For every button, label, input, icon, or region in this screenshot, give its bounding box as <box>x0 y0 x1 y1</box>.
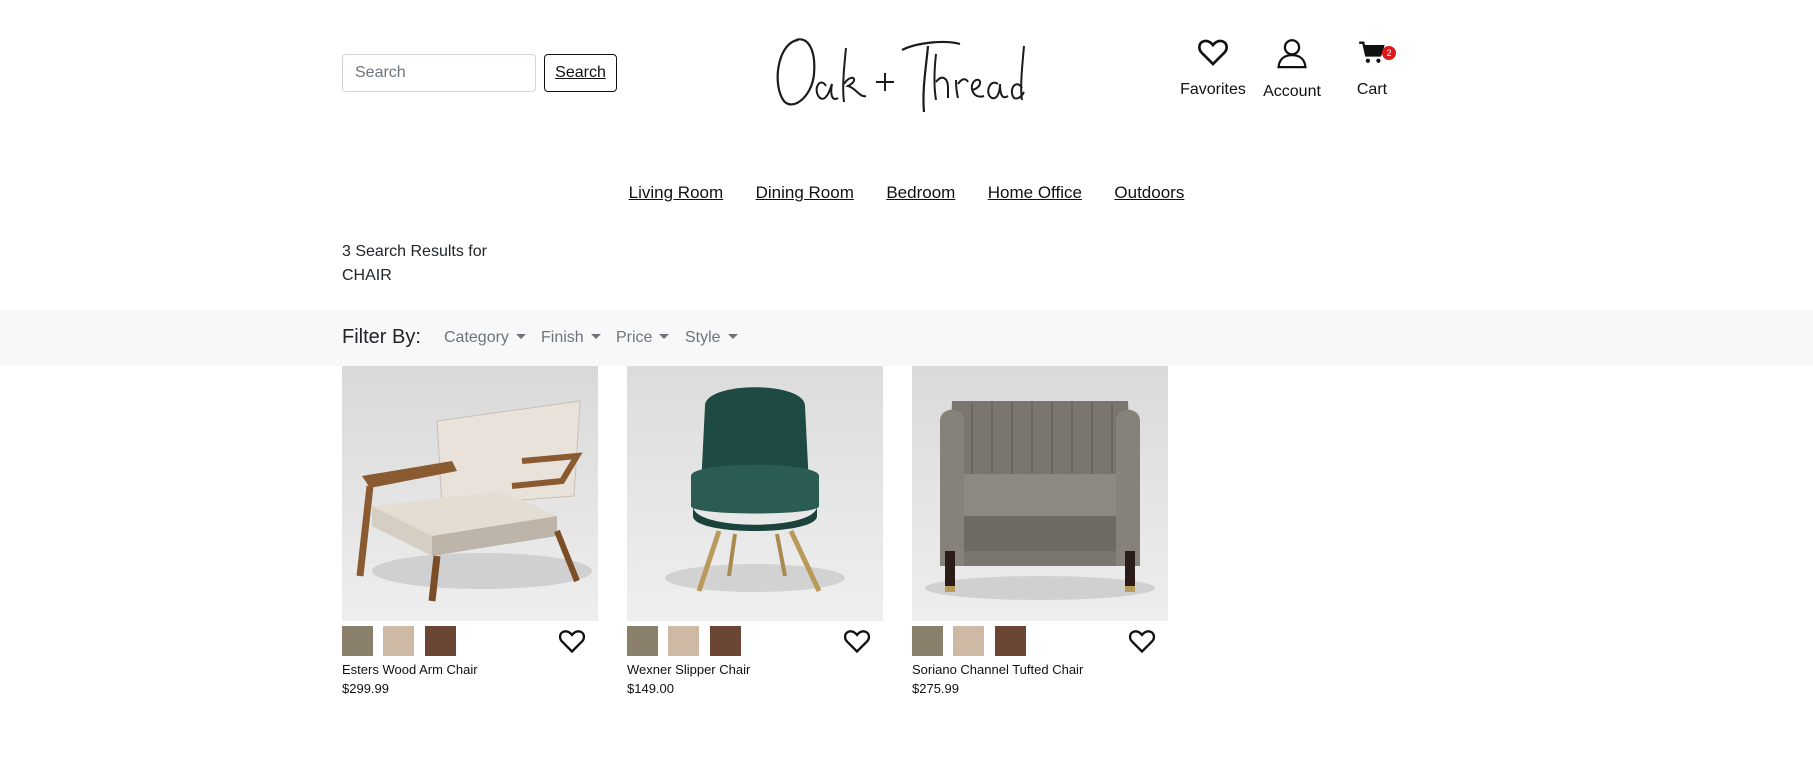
heart-icon <box>1198 39 1228 66</box>
product-image[interactable] <box>342 366 598 621</box>
heart-icon[interactable] <box>558 627 586 655</box>
chevron-down-icon <box>515 334 526 339</box>
results-count: 3 Search Results for <box>342 243 487 260</box>
filter-category[interactable]: Category <box>444 329 526 347</box>
search-input[interactable] <box>342 54 536 92</box>
category-nav: Living Room Dining Room Bedroom Home Off… <box>0 183 1813 203</box>
filter-bar: Filter By: Category Finish Price Style <box>0 310 1813 366</box>
filter-title: Filter By: <box>342 326 421 348</box>
nav-dining-room[interactable]: Dining Room <box>756 183 854 202</box>
product-image[interactable] <box>912 366 1168 621</box>
product-price: $275.99 <box>912 681 959 696</box>
filter-finish[interactable]: Finish <box>541 329 601 347</box>
color-swatch[interactable] <box>383 626 414 656</box>
cart-count-badge: 2 <box>1382 46 1396 60</box>
heart-icon[interactable] <box>1128 627 1156 655</box>
results-query: CHAIR <box>342 267 392 284</box>
nav-home-office[interactable]: Home Office <box>988 183 1082 202</box>
color-swatch[interactable] <box>710 626 741 656</box>
cart-link[interactable]: 2 Cart <box>1354 36 1396 99</box>
search-results-heading: 3 Search Results for CHAIR <box>342 240 487 288</box>
product-name[interactable]: Soriano Channel Tufted Chair <box>912 662 1083 677</box>
filter-finish-label: Finish <box>541 329 584 346</box>
product-image[interactable] <box>627 366 883 621</box>
filter-style[interactable]: Style <box>685 329 738 347</box>
product-card: Wexner Slipper Chair $149.00 <box>627 366 883 696</box>
color-swatch[interactable] <box>627 626 658 656</box>
product-card: Soriano Channel Tufted Chair $275.99 <box>912 366 1168 696</box>
heart-icon[interactable] <box>843 627 871 655</box>
user-icon <box>1277 39 1307 69</box>
color-swatch[interactable] <box>668 626 699 656</box>
product-card: Esters Wood Arm Chair $299.99 <box>342 366 598 696</box>
account-label: Account <box>1263 83 1321 100</box>
nav-living-room[interactable]: Living Room <box>629 183 724 202</box>
chevron-down-icon <box>727 334 738 339</box>
product-price: $299.99 <box>342 681 389 696</box>
product-price: $149.00 <box>627 681 674 696</box>
brand-logo[interactable] <box>768 28 1028 120</box>
chevron-down-icon <box>659 334 670 339</box>
cart-label: Cart <box>1356 81 1388 98</box>
favorites-label: Favorites <box>1180 81 1246 98</box>
product-name[interactable]: Esters Wood Arm Chair <box>342 662 478 677</box>
nav-outdoors[interactable]: Outdoors <box>1114 183 1184 202</box>
site-header: Search Favorites Account 2 Car <box>0 0 1813 150</box>
color-swatch[interactable] <box>953 626 984 656</box>
account-link[interactable]: Account <box>1262 36 1322 101</box>
color-swatch[interactable] <box>912 626 943 656</box>
color-swatch[interactable] <box>995 626 1026 656</box>
color-swatch[interactable] <box>425 626 456 656</box>
filter-style-label: Style <box>685 329 721 346</box>
filter-category-label: Category <box>444 329 509 346</box>
favorites-link[interactable]: Favorites <box>1180 36 1246 99</box>
nav-bedroom[interactable]: Bedroom <box>886 183 955 202</box>
search-button[interactable]: Search <box>544 54 617 92</box>
filter-price-label: Price <box>616 329 653 346</box>
product-name[interactable]: Wexner Slipper Chair <box>627 662 750 677</box>
filter-price[interactable]: Price <box>616 329 670 347</box>
chevron-down-icon <box>590 334 601 339</box>
color-swatch[interactable] <box>342 626 373 656</box>
